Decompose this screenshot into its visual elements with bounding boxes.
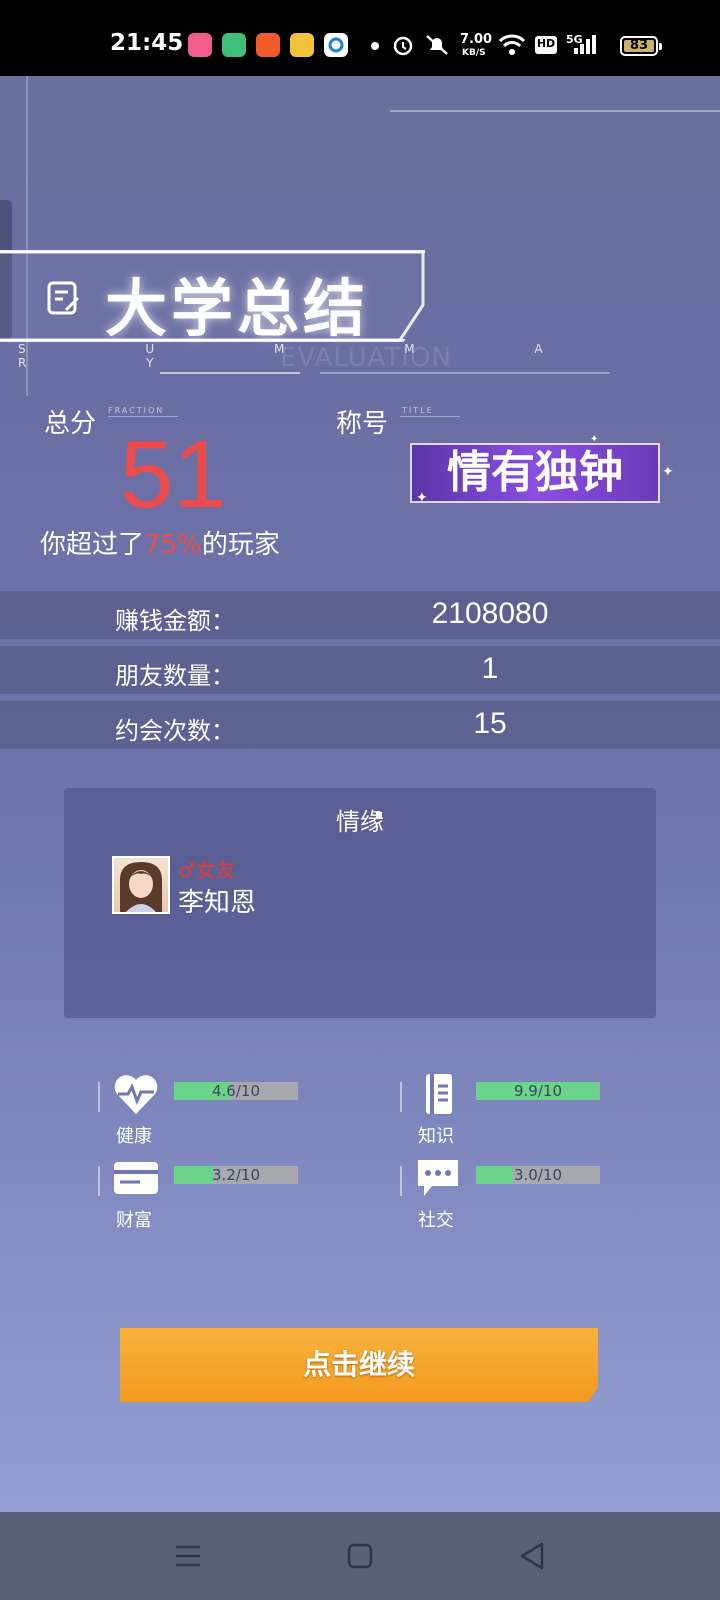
stat-row-friends: 朋友数量： 1: [0, 646, 720, 694]
attr-value: 3.2/10: [212, 1166, 260, 1184]
qq-browser-icon: [324, 33, 348, 57]
attr-value: 9.9/10: [514, 1082, 562, 1100]
status-time: 21:45: [110, 30, 184, 56]
decor-line: [108, 416, 178, 417]
attr-label: 健康: [116, 1126, 152, 1147]
chat-icon: [418, 1160, 458, 1196]
stat-value: 15: [473, 707, 507, 740]
card-icon: [114, 1162, 158, 1194]
title-label-en: TITLE: [402, 406, 434, 415]
continue-button-label: 点击继续: [302, 1348, 415, 1381]
home-icon[interactable]: [340, 1536, 380, 1576]
attr-wealth: 财富 3.2/10: [98, 1156, 298, 1236]
surpass-text: 你超过了75%的玩家: [40, 524, 280, 561]
stat-label: 约会次数：: [115, 717, 235, 745]
attr-label: 财富: [116, 1210, 152, 1231]
stat-value: 1: [481, 652, 499, 685]
attr-label: 社交: [418, 1210, 454, 1231]
stat-row-money: 赚钱金额： 2108080: [0, 591, 720, 639]
partner-name: 李知恩: [178, 888, 257, 918]
status-bar: 21:45 7.00 KB/S HD 5G 83: [0, 0, 720, 76]
menu-icon[interactable]: [168, 1536, 208, 1576]
score-label: 总分: [44, 409, 97, 439]
sparkle-icon: ✦: [662, 464, 674, 480]
attr-social: 社交 3.0/10: [400, 1156, 600, 1236]
avatar[interactable]: [112, 856, 170, 914]
signal-icon: [574, 35, 596, 54]
romance-header: 情缘: [336, 808, 384, 836]
attr-bar: 3.0/10: [476, 1166, 600, 1184]
nav-bar: [0, 1512, 720, 1600]
book-icon: [426, 1074, 452, 1114]
continue-button[interactable]: 点击继续: [120, 1328, 598, 1402]
network-speed-value: 7.00: [460, 32, 493, 47]
attr-bar: 4.6/10: [174, 1082, 298, 1100]
score-value: 51: [120, 421, 227, 528]
stat-value: 2108080: [431, 597, 549, 630]
alarm-icon: [393, 36, 413, 56]
attr-label: 知识: [418, 1126, 454, 1147]
mute-icon: [426, 35, 448, 55]
relation-tag: ♂女友: [178, 858, 236, 882]
stat-label: 朋友数量：: [115, 662, 235, 690]
sparkle-icon: ✦: [590, 434, 599, 445]
heart-icon: [114, 1075, 158, 1114]
notification-dot-icon: [371, 42, 379, 50]
stat-row-dates: 约会次数： 15: [0, 701, 720, 749]
attr-bar: 9.9/10: [476, 1082, 600, 1100]
watermark-text: EVALUATION: [280, 343, 452, 373]
wifi-icon: [498, 34, 526, 55]
yellow-book-icon: [290, 33, 314, 57]
bilibili-icon: [188, 33, 212, 57]
title-label: 称号: [336, 409, 389, 439]
attr-health: 健康 4.6/10: [98, 1072, 298, 1152]
sparkle-icon: ✦: [416, 490, 428, 506]
hd-icon: HD: [535, 36, 557, 54]
title-badge: 情有独钟: [410, 443, 660, 503]
score-label-en: FRACTION: [108, 406, 165, 415]
attr-value: 3.0/10: [514, 1166, 562, 1184]
decor-line: [390, 110, 720, 112]
decor-line: [320, 372, 610, 374]
back-icon[interactable]: [512, 1536, 552, 1576]
note-edit-icon: [47, 281, 80, 315]
attr-knowledge: 知识 9.9/10: [400, 1072, 600, 1152]
battery-level: 83: [629, 38, 649, 53]
title-badge-text: 情有独钟: [447, 447, 623, 498]
surpass-prefix: 你超过了: [40, 530, 145, 560]
attr-value: 4.6/10: [212, 1082, 260, 1100]
battery-icon: 83: [620, 36, 662, 56]
decor-line: [160, 372, 300, 374]
attr-bar: 3.2/10: [174, 1166, 298, 1184]
network-speed-unit: KB/S: [462, 48, 486, 58]
surpass-suffix: 的玩家: [201, 530, 280, 560]
page-title: 大学总结: [105, 272, 370, 345]
surpass-percent: 75%: [144, 530, 202, 560]
romance-panel: 情缘 ♂女友 李知恩: [64, 788, 656, 1018]
orange-app-icon: [256, 33, 280, 57]
decor-line: [400, 416, 460, 417]
stat-label: 赚钱金额：: [115, 607, 235, 635]
green-app-icon: [222, 33, 246, 57]
